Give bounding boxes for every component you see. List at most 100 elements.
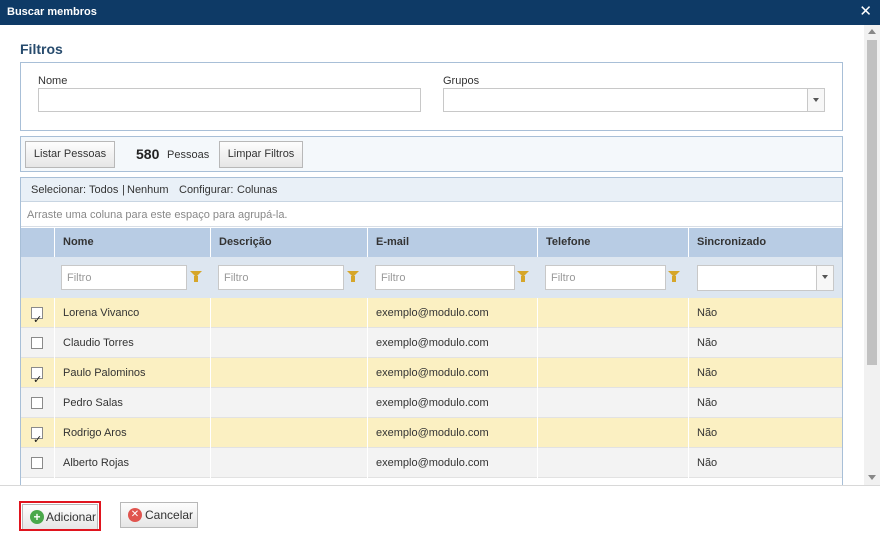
cell-phone	[537, 448, 688, 478]
group-hint: Arraste uma coluna para este espaço para…	[27, 209, 288, 221]
columns-link[interactable]: Colunas	[237, 184, 277, 196]
table-row[interactable]: Paulo Palominos exemplo@modulo.com Não	[21, 358, 842, 395]
cell-synced: Não	[688, 388, 842, 418]
table-row[interactable]: Lorena Vivanco exemplo@modulo.com Não	[21, 298, 842, 335]
cell-phone	[537, 418, 688, 448]
cell-email: exemplo@modulo.com	[367, 358, 537, 388]
table-row[interactable]: Pedro Salas exemplo@modulo.com Não	[21, 388, 842, 418]
table-row[interactable]: Alberto Rojas exemplo@modulo.com Não	[21, 448, 842, 478]
row-checkbox-cell	[21, 388, 54, 418]
cell-synced: Não	[688, 448, 842, 478]
row-checkbox-cell	[21, 448, 54, 478]
filter-funnel-icon[interactable]	[668, 271, 680, 282]
filter-placeholder: Filtro	[381, 272, 406, 284]
config-prefix: Configurar:	[179, 184, 234, 196]
grid-header: Nome Descrição E-mail Telefone Sincroniz…	[21, 228, 842, 257]
x-circle-icon: ✕	[128, 508, 142, 522]
scroll-down-icon[interactable]	[868, 475, 876, 480]
header-phone[interactable]: Telefone	[537, 228, 688, 257]
table-row[interactable]: Claudio Torres exemplo@modulo.com Não	[21, 328, 842, 358]
cell-synced: Não	[688, 328, 842, 358]
grid-filter-row: Filtro Filtro Filtro Filtro	[21, 257, 842, 298]
select-none-link[interactable]: Nenhum	[127, 184, 169, 196]
cell-phone	[537, 298, 688, 328]
list-people-button[interactable]: Listar Pessoas	[25, 141, 115, 168]
people-count-label: Pessoas	[167, 149, 210, 161]
cell-synced: Não	[688, 418, 842, 448]
vertical-scrollbar[interactable]	[864, 25, 880, 485]
header-name[interactable]: Nome	[54, 228, 210, 257]
cell-description	[210, 298, 367, 328]
filter-email-input[interactable]: Filtro	[375, 265, 515, 290]
filter-description-input[interactable]: Filtro	[218, 265, 344, 290]
dialog-content: Filtros Nome Grupos Listar Pessoas 580 P…	[0, 25, 863, 485]
row-checkbox-cell	[21, 298, 54, 335]
name-label: Nome	[38, 75, 68, 87]
cell-synced: Não	[688, 298, 842, 328]
clear-filters-button[interactable]: Limpar Filtros	[219, 141, 303, 168]
cell-name: Alberto Rojas	[54, 448, 210, 478]
row-checkbox[interactable]	[31, 457, 43, 469]
row-checkbox-cell	[21, 328, 54, 358]
table-row[interactable]: Rodrigo Aros exemplo@modulo.com Não	[21, 418, 842, 455]
filter-funnel-icon[interactable]	[517, 271, 529, 282]
cell-email: exemplo@modulo.com	[367, 298, 537, 328]
close-icon[interactable]: ✕	[859, 4, 872, 20]
add-button-highlight	[19, 501, 101, 531]
filters-title: Filtros	[20, 41, 63, 57]
name-input[interactable]	[38, 88, 421, 112]
cell-email: exemplo@modulo.com	[367, 328, 537, 358]
cell-description	[210, 388, 367, 418]
cell-name: Lorena Vivanco	[54, 298, 210, 328]
grid-selection-bar: Selecionar: Todos | Nenhum Configurar: C…	[21, 178, 842, 202]
dialog-footer: + Adicionar ✕ Cancelar	[0, 485, 880, 545]
header-email[interactable]: E-mail	[367, 228, 537, 257]
cell-phone	[537, 358, 688, 388]
list-toolbar: Listar Pessoas 580 Pessoas Limpar Filtro…	[20, 136, 843, 172]
filter-synced-select[interactable]	[697, 265, 834, 291]
row-checkbox-cell	[21, 358, 54, 395]
groups-label: Grupos	[443, 75, 480, 87]
cell-synced: Não	[688, 358, 842, 388]
header-synced[interactable]: Sincronizado	[688, 228, 842, 257]
cell-email: exemplo@modulo.com	[367, 448, 537, 478]
chevron-down-icon[interactable]	[816, 266, 833, 290]
cell-name: Paulo Palominos	[54, 358, 210, 388]
row-checkbox-cell	[21, 418, 54, 455]
cancel-button[interactable]: ✕ Cancelar	[120, 502, 198, 528]
cell-email: exemplo@modulo.com	[367, 418, 537, 448]
cell-name: Claudio Torres	[54, 328, 210, 358]
header-checkbox-cell	[21, 228, 54, 257]
search-members-dialog: Buscar membros ✕ Filtros Nome Grupos Lis…	[0, 0, 880, 545]
row-checkbox[interactable]	[31, 305, 43, 335]
members-grid: Selecionar: Todos | Nenhum Configurar: C…	[20, 177, 843, 485]
select-prefix: Selecionar:	[31, 184, 87, 196]
cell-description	[210, 418, 367, 448]
filter-placeholder: Filtro	[551, 272, 576, 284]
filters-panel: Nome Grupos	[20, 62, 843, 131]
cancel-button-label: Cancelar	[145, 508, 194, 522]
groups-select[interactable]	[443, 88, 825, 112]
filter-placeholder: Filtro	[67, 272, 92, 284]
filter-funnel-icon[interactable]	[347, 271, 359, 282]
cell-phone	[537, 388, 688, 418]
filter-phone-input[interactable]: Filtro	[545, 265, 666, 290]
cell-name: Rodrigo Aros	[54, 418, 210, 448]
row-checkbox[interactable]	[31, 337, 43, 349]
filter-name-input[interactable]: Filtro	[61, 265, 187, 290]
row-checkbox[interactable]	[31, 365, 43, 395]
cell-name: Pedro Salas	[54, 388, 210, 418]
select-separator: |	[122, 184, 125, 196]
scrollbar-thumb[interactable]	[867, 40, 877, 365]
scroll-up-icon[interactable]	[868, 29, 876, 34]
filter-funnel-icon[interactable]	[190, 271, 202, 282]
group-drop-area[interactable]: Arraste uma coluna para este espaço para…	[21, 203, 842, 227]
row-checkbox[interactable]	[31, 397, 43, 409]
cell-description	[210, 448, 367, 478]
chevron-down-icon[interactable]	[807, 89, 824, 111]
dialog-title: Buscar membros	[7, 6, 97, 18]
row-checkbox[interactable]	[31, 425, 43, 455]
header-description[interactable]: Descrição	[210, 228, 367, 257]
cell-email: exemplo@modulo.com	[367, 388, 537, 418]
select-all-link[interactable]: Todos	[89, 184, 118, 196]
